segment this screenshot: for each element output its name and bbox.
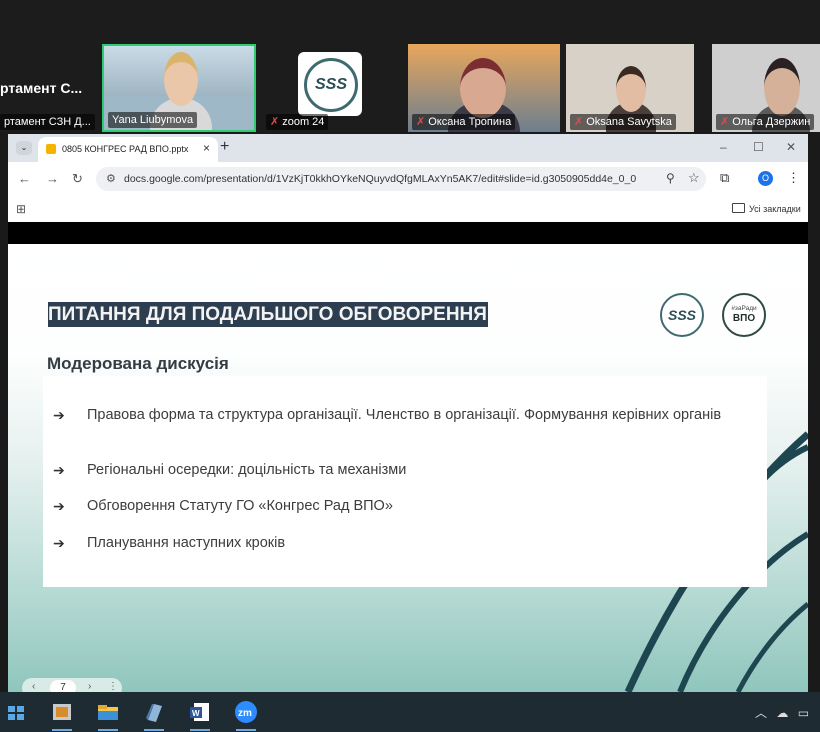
bookmarks-bar: ⊞ Усі закладки (8, 196, 808, 222)
prev-slide-icon[interactable]: ‹ (32, 681, 35, 692)
svg-text:W: W (192, 709, 200, 718)
arrow-icon: ➔ (53, 498, 65, 514)
slide-subtitle: Модерована дискусія (47, 354, 229, 373)
chevron-up-icon[interactable]: ︿ (755, 706, 767, 720)
slide-navigator: ‹ 7 › ⋮ (22, 678, 122, 692)
participant-tile[interactable]: ✗ Оксана Тропина (408, 44, 560, 132)
reload-icon[interactable]: ↻ (72, 171, 83, 187)
notes-app-icon[interactable] (140, 698, 168, 731)
cloud-icon[interactable]: ☁ (776, 706, 788, 720)
slide-title: ПИТАННЯ ДЛЯ ПОДАЛЬШОГО ОБГОВОРЕННЯ (48, 302, 488, 327)
arrow-icon: ➔ (53, 407, 65, 423)
browser-window: ⌄ 0805 КОНГРЕС РАД ВПО.pptx × + – ☐ ✕ ← … (8, 134, 808, 222)
slide-page-number[interactable]: 7 (50, 680, 76, 692)
slides-favicon-icon (46, 144, 56, 154)
sss-logo-avatar: SSS (298, 52, 362, 116)
zoom-top-bar (0, 0, 820, 44)
folder-icon (732, 203, 745, 213)
zoom-app-icon[interactable]: zm (232, 698, 260, 731)
back-icon[interactable]: ← (18, 171, 31, 186)
url-text[interactable]: docs.google.com/presentation/d/1VzKjT0kk… (124, 173, 636, 185)
muted-mic-icon: ✗ (574, 116, 584, 128)
arrow-icon: ➔ (53, 462, 65, 478)
windows-taskbar: W zm ︿ ☁ ▭ (0, 692, 820, 732)
participant-name: ✗ Ольга Дзержин (716, 114, 815, 130)
participant-name: ✗ Оксана Тропина (412, 114, 516, 130)
profile-avatar[interactable]: O (758, 171, 773, 186)
apps-grid-icon[interactable]: ⊞ (16, 202, 26, 216)
participant-name: ✗ zoom 24 (266, 114, 329, 130)
participant-tile[interactable]: ✗ Ольга Дзержин (712, 44, 820, 132)
svg-text:zm: zm (238, 708, 252, 719)
arrow-icon: ➔ (53, 535, 65, 551)
participant-tile[interactable]: ✗ Oksana Savytska (566, 44, 694, 132)
participant-name: Yana Liubymova (108, 112, 198, 128)
start-icon[interactable] (2, 698, 30, 726)
browser-menu-icon[interactable]: ⋮ (787, 170, 800, 186)
participant-tile[interactable]: SSS ✗ zoom 24 (262, 44, 402, 132)
participant-name: ртамент СЗН Д... (0, 114, 95, 130)
word-icon[interactable]: W (186, 698, 214, 731)
media-app-icon[interactable] (48, 698, 76, 731)
tab-presentation[interactable]: 0805 КОНГРЕС РАД ВПО.pptx × (38, 137, 218, 162)
muted-mic-icon: ✗ (416, 116, 426, 128)
presentation-slide: ПИТАННЯ ДЛЯ ПОДАЛЬШОГО ОБГОВОРЕННЯ SSS #… (8, 244, 808, 692)
participant-header-name: ртамент С... (0, 80, 83, 96)
muted-mic-icon: ✗ (720, 116, 730, 128)
forward-icon[interactable]: → (46, 171, 59, 186)
sss-logo: SSS (660, 293, 704, 337)
bullet-item: ➔ Правова форма та структура організації… (53, 407, 722, 423)
file-explorer-icon[interactable] (94, 698, 122, 731)
navigation-bar: ← → ↻ ⚙ docs.google.com/presentation/d/1… (8, 162, 808, 196)
muted-mic-icon: ✗ (270, 116, 280, 128)
bullet-card: ➔ Правова форма та структура організації… (43, 376, 767, 587)
participant-tile[interactable]: ртамент С... ртамент СЗН Д... (0, 44, 98, 132)
tab-bar: ⌄ 0805 КОНГРЕС РАД ВПО.pptx × + – ☐ ✕ (8, 134, 808, 162)
next-slide-icon[interactable]: › (88, 681, 91, 692)
tab-search-button[interactable]: ⌄ (16, 141, 32, 155)
more-options-icon[interactable]: ⋮ (108, 681, 118, 692)
extensions-icon[interactable]: ⧉ (720, 170, 729, 186)
site-info-icon[interactable]: ⚙ (106, 172, 116, 185)
tab-close-icon[interactable]: × (203, 141, 210, 155)
system-tray: ︿ ☁ ▭ (755, 704, 809, 721)
tab-title: 0805 КОНГРЕС РАД ВПО.pptx (62, 144, 189, 154)
close-window-icon[interactable]: ✕ (786, 140, 796, 154)
participant-tile-active[interactable]: Yana Liubymova (102, 44, 256, 132)
maximize-icon[interactable]: ☐ (753, 140, 764, 154)
display-icon[interactable]: ▭ (798, 706, 809, 720)
zoom-icon[interactable]: ⚲ (666, 171, 675, 185)
new-tab-button[interactable]: + (220, 138, 229, 156)
minimize-icon[interactable]: – (720, 140, 727, 154)
participant-name: ✗ Oksana Savytska (570, 114, 676, 130)
all-bookmarks-button[interactable]: Усі закладки (732, 203, 801, 214)
slide-top-bar (8, 222, 808, 244)
bookmark-star-icon[interactable]: ☆ (688, 170, 700, 186)
address-bar[interactable]: ⚙ docs.google.com/presentation/d/1VzKjT0… (96, 167, 706, 191)
vpo-logo: #заРади ВПО (722, 293, 766, 337)
zoom-participant-strip: ртамент С... ртамент СЗН Д... Yana Liuby… (0, 44, 820, 132)
